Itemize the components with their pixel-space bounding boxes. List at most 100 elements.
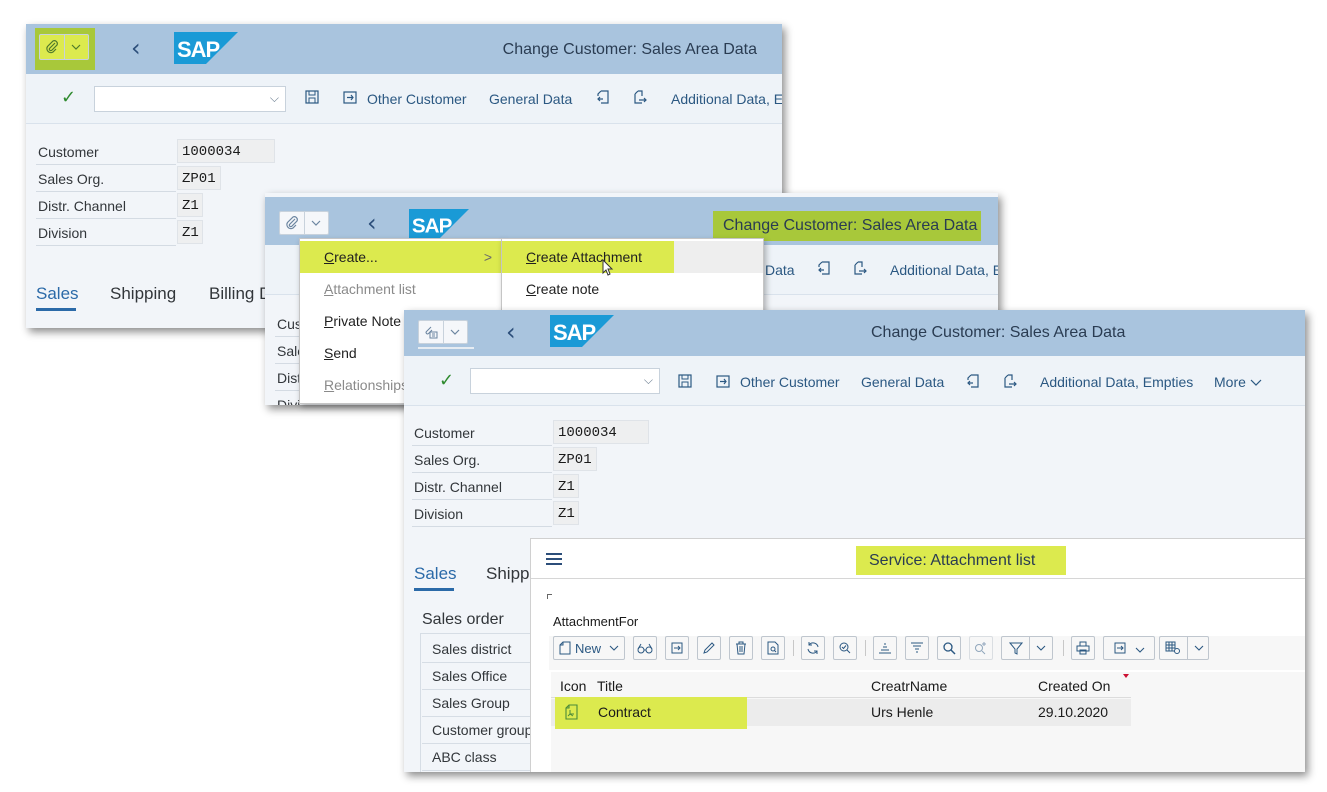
chevron-down-icon — [1194, 645, 1203, 651]
menu-label: elationships — [334, 377, 409, 393]
other-customer-icon[interactable] — [341, 88, 359, 106]
save-icon[interactable] — [303, 88, 321, 106]
other-customer-icon[interactable] — [714, 372, 732, 390]
mnemonic: A — [324, 281, 334, 297]
tab-sales[interactable]: Sales — [36, 284, 79, 304]
pdf-document-icon[interactable] — [564, 704, 580, 720]
find-in-document-button[interactable] — [761, 636, 785, 660]
export-button[interactable] — [665, 636, 689, 660]
new-button[interactable]: New — [553, 636, 625, 660]
search-next-icon — [975, 642, 986, 655]
find-next-button[interactable] — [969, 636, 993, 660]
sort-ascending-button[interactable] — [873, 636, 897, 660]
chevron-down-icon — [609, 645, 619, 651]
next-page-icon[interactable] — [631, 88, 649, 106]
export-menu-button[interactable] — [1103, 636, 1155, 660]
sort-descending-button[interactable] — [905, 636, 929, 660]
attachment-table: Icon Title CreatrName Created On Contrac… — [551, 672, 1305, 772]
mnemonic: R — [324, 377, 335, 393]
edit-button[interactable] — [697, 636, 721, 660]
next-page-icon[interactable] — [851, 259, 869, 277]
general-data-button[interactable]: Data — [765, 262, 795, 278]
display-button[interactable] — [633, 636, 657, 660]
cell-creator: Urs Henle — [871, 704, 934, 720]
services-for-object-button[interactable] — [279, 211, 329, 235]
mnemonic: C — [526, 249, 537, 265]
tab-billing[interactable]: Billing D — [209, 284, 271, 304]
field-label-customer: Customer — [36, 139, 176, 165]
cell-title[interactable]: Contract — [598, 704, 651, 720]
column-header-creator[interactable]: CreatrName — [871, 678, 947, 694]
field-label-distr-channel: Distr. Channel — [412, 474, 552, 500]
check-search-button[interactable] — [833, 636, 857, 660]
previous-page-icon[interactable] — [964, 372, 982, 390]
more-button[interactable]: More — [1214, 374, 1262, 390]
menu-label: reate note — [536, 281, 600, 297]
other-customer-button[interactable]: Other Customer — [367, 91, 467, 107]
chevron-down-icon[interactable] — [63, 35, 89, 59]
additional-data-button[interactable]: Additional Data, Empties — [1040, 374, 1193, 390]
table-header: Icon Title CreatrName Created On — [551, 672, 1131, 698]
enter-check-icon[interactable]: ✓ — [61, 87, 76, 108]
create-submenu: Create Attachment Create note — [501, 238, 764, 318]
menu-item-create-attachment[interactable]: Create Attachment — [502, 241, 674, 273]
print-button[interactable] — [1071, 636, 1095, 660]
delete-button[interactable] — [729, 636, 753, 660]
menu-item-attachment-list[interactable]: Attachment list — [300, 273, 502, 305]
field-sales-org[interactable]: ZP01 — [553, 447, 597, 471]
other-customer-button[interactable]: Other Customer — [740, 374, 840, 390]
find-button[interactable] — [937, 636, 961, 660]
menu-label: ttachment list — [333, 281, 416, 297]
sort-indicator-icon — [1123, 674, 1129, 678]
layout-settings-button[interactable] — [1159, 636, 1209, 660]
field-customer[interactable]: 1000034 — [177, 139, 275, 163]
field-division[interactable]: Z1 — [177, 220, 203, 244]
general-data-button[interactable]: General Data — [861, 374, 944, 390]
separator — [865, 640, 866, 656]
column-header-icon[interactable]: Icon — [560, 678, 586, 694]
services-for-object-button[interactable] — [39, 34, 89, 60]
chevron-down-icon[interactable] — [442, 321, 468, 343]
services-for-object-button[interactable] — [418, 320, 468, 344]
field-distr-channel[interactable]: Z1 — [177, 193, 203, 217]
additional-data-button[interactable]: Additional Data, E — [671, 91, 782, 107]
back-icon[interactable]: ‹ — [367, 209, 377, 237]
chevron-down-icon[interactable] — [303, 212, 329, 234]
attachment-list-icon — [419, 321, 443, 343]
additional-data-button[interactable]: Additional Data, E — [890, 262, 998, 278]
tab-sales[interactable]: Sales — [414, 564, 457, 584]
back-icon[interactable]: ‹ — [506, 318, 516, 346]
refresh-button[interactable] — [801, 636, 825, 660]
field-division[interactable]: Z1 — [553, 501, 579, 525]
field-sales-org[interactable]: ZP01 — [177, 166, 221, 190]
menu-item-create-note[interactable]: Create note — [502, 273, 763, 305]
field-customer[interactable]: 1000034 — [553, 420, 649, 444]
chevron-down-icon[interactable]: ⌵ — [644, 373, 653, 388]
filter-button[interactable] — [1001, 636, 1053, 660]
previous-page-icon[interactable] — [594, 88, 612, 106]
previous-page-icon[interactable] — [815, 259, 833, 277]
row-highlight — [555, 697, 747, 729]
enter-check-icon[interactable]: ✓ — [439, 370, 454, 391]
svg-text:SAP: SAP — [412, 214, 453, 237]
field-label-sales-org: Sales Org. — [36, 166, 176, 192]
command-field[interactable]: ⌵ — [94, 86, 286, 112]
chevron-down-icon[interactable]: ⌵ — [270, 91, 279, 106]
sap-logo: SAP — [409, 209, 469, 239]
tab-shipping[interactable]: Shipp — [486, 564, 529, 584]
trash-icon — [736, 641, 746, 655]
back-icon[interactable]: ‹ — [131, 34, 141, 62]
table-row[interactable]: Contract Urs Henle 29.10.2020 — [551, 697, 1131, 729]
gos-underline — [418, 347, 474, 349]
command-field[interactable]: ⌵ — [470, 368, 660, 394]
column-header-created-on[interactable]: Created On — [1038, 678, 1110, 694]
menu-item-create[interactable]: Create... > — [300, 241, 502, 273]
save-icon[interactable] — [676, 372, 694, 390]
new-document-icon — [559, 641, 571, 655]
column-header-title[interactable]: Title — [597, 678, 623, 694]
hamburger-menu-icon[interactable] — [545, 552, 563, 566]
next-page-icon[interactable] — [1001, 372, 1019, 390]
tab-shipping[interactable]: Shipping — [110, 284, 176, 304]
field-distr-channel[interactable]: Z1 — [553, 474, 579, 498]
general-data-button[interactable]: General Data — [489, 91, 572, 107]
